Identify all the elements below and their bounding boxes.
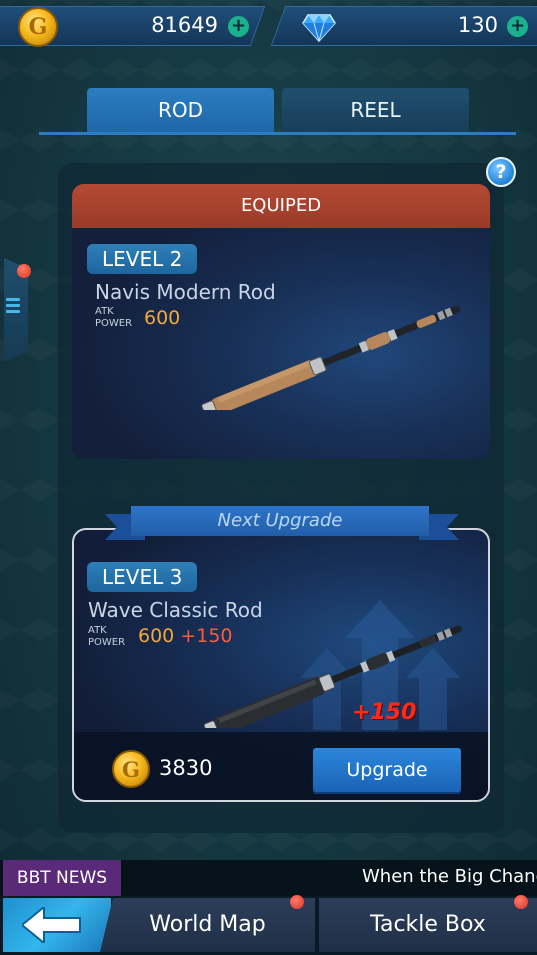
gold-coin-icon: G (18, 7, 58, 47)
atk-base-value: 600 (138, 625, 175, 647)
tab-rod[interactable]: ROD (87, 88, 274, 132)
gem-amount: 130 (457, 13, 498, 37)
equipped-header: EQUIPED (72, 184, 490, 228)
news-ticker[interactable]: When the Big Chance (362, 866, 537, 887)
news-tag: BBT NEWS (3, 860, 121, 896)
level-badge: LEVEL 2 (87, 244, 198, 274)
tab-reel[interactable]: REEL (282, 88, 469, 132)
add-gold-icon[interactable]: + (228, 16, 249, 37)
bonus-overlay-text: +150 (352, 700, 417, 725)
upgrade-button[interactable]: Upgrade (313, 748, 461, 792)
world-map-button[interactable]: World Map (100, 898, 315, 952)
next-atk-label: ATK POWER (88, 625, 126, 648)
upgrade-rod-image (203, 625, 462, 728)
atk-label: ATK POWER (95, 306, 133, 329)
help-icon[interactable]: ? (486, 157, 516, 187)
notification-dot (514, 895, 528, 909)
fishing-rod-image (201, 305, 461, 410)
back-arrow-icon (22, 907, 81, 943)
tackle-box-button[interactable]: Tackle Box (319, 898, 537, 952)
tab-underline (39, 132, 516, 135)
add-gem-icon[interactable]: + (507, 16, 528, 37)
next-upgrade-ribbon: Next Upgrade (131, 506, 429, 536)
gold-coin-icon: G (112, 750, 150, 788)
currency-bar: G 81649 + 130 + (0, 0, 537, 50)
upgrade-cost: 3830 (159, 756, 213, 780)
notification-dot (290, 895, 304, 909)
diamond-icon (302, 14, 336, 42)
next-level-badge: LEVEL 3 (87, 562, 198, 592)
menu-icon[interactable] (6, 298, 20, 314)
gold-amount: 81649 (151, 13, 218, 37)
atk-power-value: 600 (144, 307, 181, 329)
notification-dot (17, 264, 31, 278)
